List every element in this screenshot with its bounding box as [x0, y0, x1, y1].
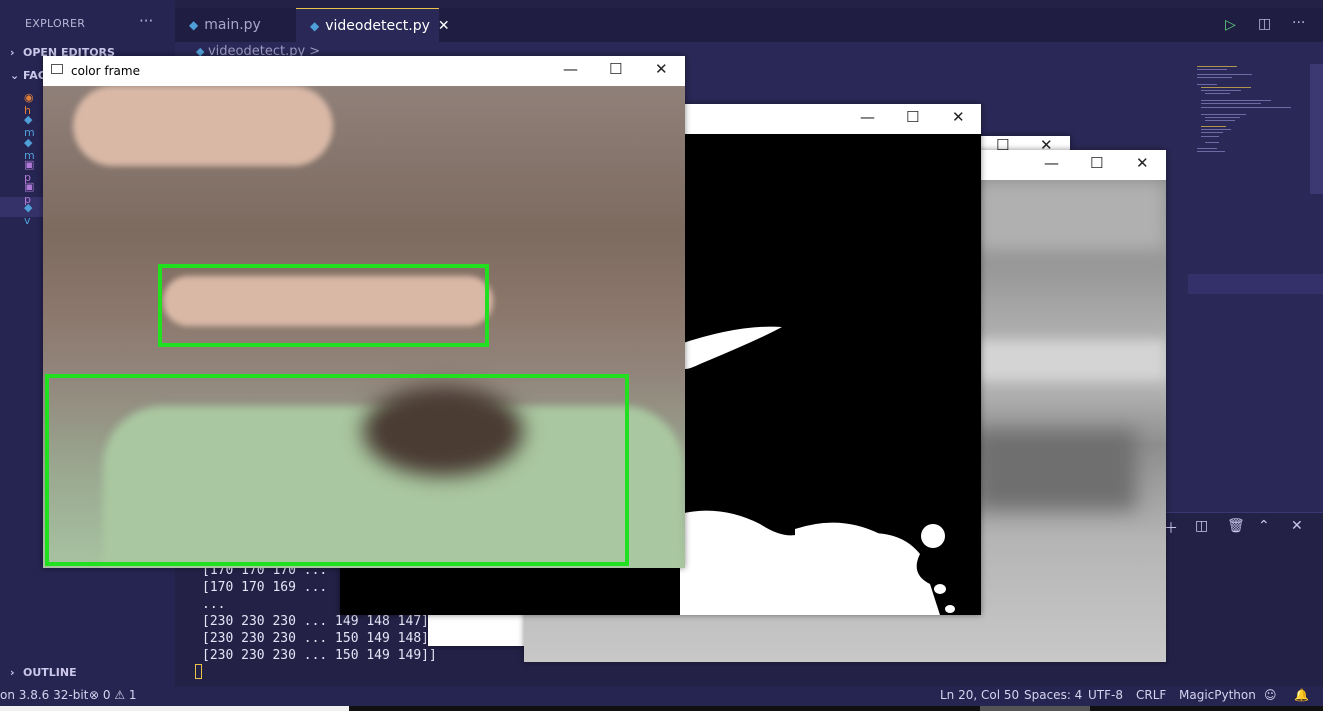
more-actions-icon[interactable]: ···	[1292, 15, 1305, 31]
taskbar-segment	[980, 706, 1090, 711]
encoding[interactable]: UTF-8	[1088, 688, 1123, 702]
python-file-icon[interactable]: ◆ m	[24, 136, 38, 162]
chevron-down-icon: ⌄	[10, 69, 20, 82]
add-terminal-icon[interactable]: ＋	[1164, 518, 1178, 538]
python-icon: ◆	[310, 19, 320, 33]
close-icon[interactable]: ✕	[952, 108, 965, 126]
image-region	[976, 180, 1166, 250]
detection-box	[158, 264, 489, 347]
taskbar-segment	[0, 706, 349, 711]
bell-icon[interactable]: 🔔	[1294, 688, 1309, 702]
tab-main-py[interactable]: ◆ main.py	[175, 8, 309, 42]
cv-window-color-frame[interactable]: color frame — ☐ ✕	[43, 56, 685, 568]
image-region	[976, 430, 1136, 510]
tab-bar: ◆ main.py ◆ videodetect.py ✕ ▷ ◫ ···	[175, 8, 1323, 42]
cursor-line-highlight	[1188, 274, 1323, 294]
more-actions-icon[interactable]: ···	[139, 12, 153, 30]
minimize-icon[interactable]: —	[563, 60, 578, 78]
line-ending[interactable]: CRLF	[1136, 688, 1166, 702]
folder-section[interactable]: ⌄ FAC	[10, 69, 46, 82]
tab-videodetect-py[interactable]: ◆ videodetect.py ✕	[296, 8, 450, 42]
terminal-line: [230 230 230 ... 149 148 147]	[202, 614, 429, 629]
image-file-icon[interactable]: ▣ p	[24, 158, 38, 184]
tab-label: videodetect.py	[325, 18, 430, 34]
rss-file-icon[interactable]: ◉ h	[24, 91, 38, 117]
terminal-line: [170 170 169 ... 8	[202, 580, 351, 595]
close-panel-icon[interactable]: ✕	[1291, 518, 1303, 534]
close-icon[interactable]: ✕	[1136, 154, 1149, 172]
file-name: v	[24, 214, 31, 227]
chevron-right-icon: ›	[10, 46, 15, 59]
close-icon[interactable]: ✕	[655, 60, 668, 78]
outline-label: OUTLINE	[23, 666, 77, 679]
explorer-title: EXPLORER	[25, 17, 86, 30]
problems-indicator[interactable]: ⊗ 0 ⚠ 1	[89, 688, 137, 702]
python-interpreter[interactable]: on 3.8.6 32-bit	[0, 688, 88, 702]
explorer-header: EXPLORER ···	[0, 8, 175, 38]
feedback-icon[interactable]: ☺	[1264, 688, 1277, 702]
terminal-line: [230 230 230 ... 150 149 148]	[202, 631, 429, 646]
taskbar-strip	[0, 706, 1323, 711]
minimize-icon[interactable]: —	[1044, 154, 1059, 172]
minimap[interactable]	[1195, 64, 1310, 184]
indentation[interactable]: Spaces: 4	[1024, 688, 1082, 702]
terminal-line: [230 230 230 ... 150 149 149]]	[202, 648, 437, 663]
scrollbar[interactable]	[1310, 64, 1323, 194]
maximize-icon[interactable]: ☐	[609, 60, 622, 78]
language-mode[interactable]: MagicPython	[1179, 688, 1256, 702]
minimize-icon[interactable]: —	[860, 108, 875, 126]
window-titlebar[interactable]: color frame — ☐ ✕	[43, 56, 685, 86]
outline-section[interactable]: › OUTLINE	[10, 666, 77, 679]
python-file-icon[interactable]: ◆ m	[24, 113, 38, 139]
split-editor-icon[interactable]: ◫	[1258, 16, 1271, 32]
terminal-line: ...	[202, 597, 226, 612]
window-title: color frame	[71, 64, 140, 78]
window-app-icon	[51, 64, 63, 74]
chevron-up-icon[interactable]: ⌃	[1258, 518, 1270, 534]
python-file-icon[interactable]: ◆ v	[24, 201, 38, 227]
trash-icon[interactable]: 🗑	[1227, 518, 1245, 534]
close-tab-icon[interactable]: ✕	[438, 18, 450, 34]
maximize-icon[interactable]: ☐	[906, 108, 919, 126]
run-icon[interactable]: ▷	[1225, 17, 1236, 33]
color-camera-frame	[43, 86, 685, 568]
cursor-position[interactable]: Ln 20, Col 50	[940, 688, 1019, 702]
split-terminal-icon[interactable]: ◫	[1195, 518, 1208, 534]
tab-label: main.py	[204, 17, 261, 33]
python-icon: ◆	[189, 18, 199, 32]
image-file-icon[interactable]: ▣ p	[24, 180, 38, 206]
status-bar: on 3.8.6 32-bit ⊗ 0 ⚠ 1 Ln 20, Col 50 Sp…	[0, 686, 1323, 706]
chevron-right-icon: ›	[10, 666, 15, 679]
image-region	[73, 86, 333, 166]
detection-box	[45, 374, 629, 566]
maximize-icon[interactable]: ☐	[1090, 154, 1103, 172]
image-region	[976, 340, 1166, 380]
terminal-cursor	[195, 664, 202, 679]
